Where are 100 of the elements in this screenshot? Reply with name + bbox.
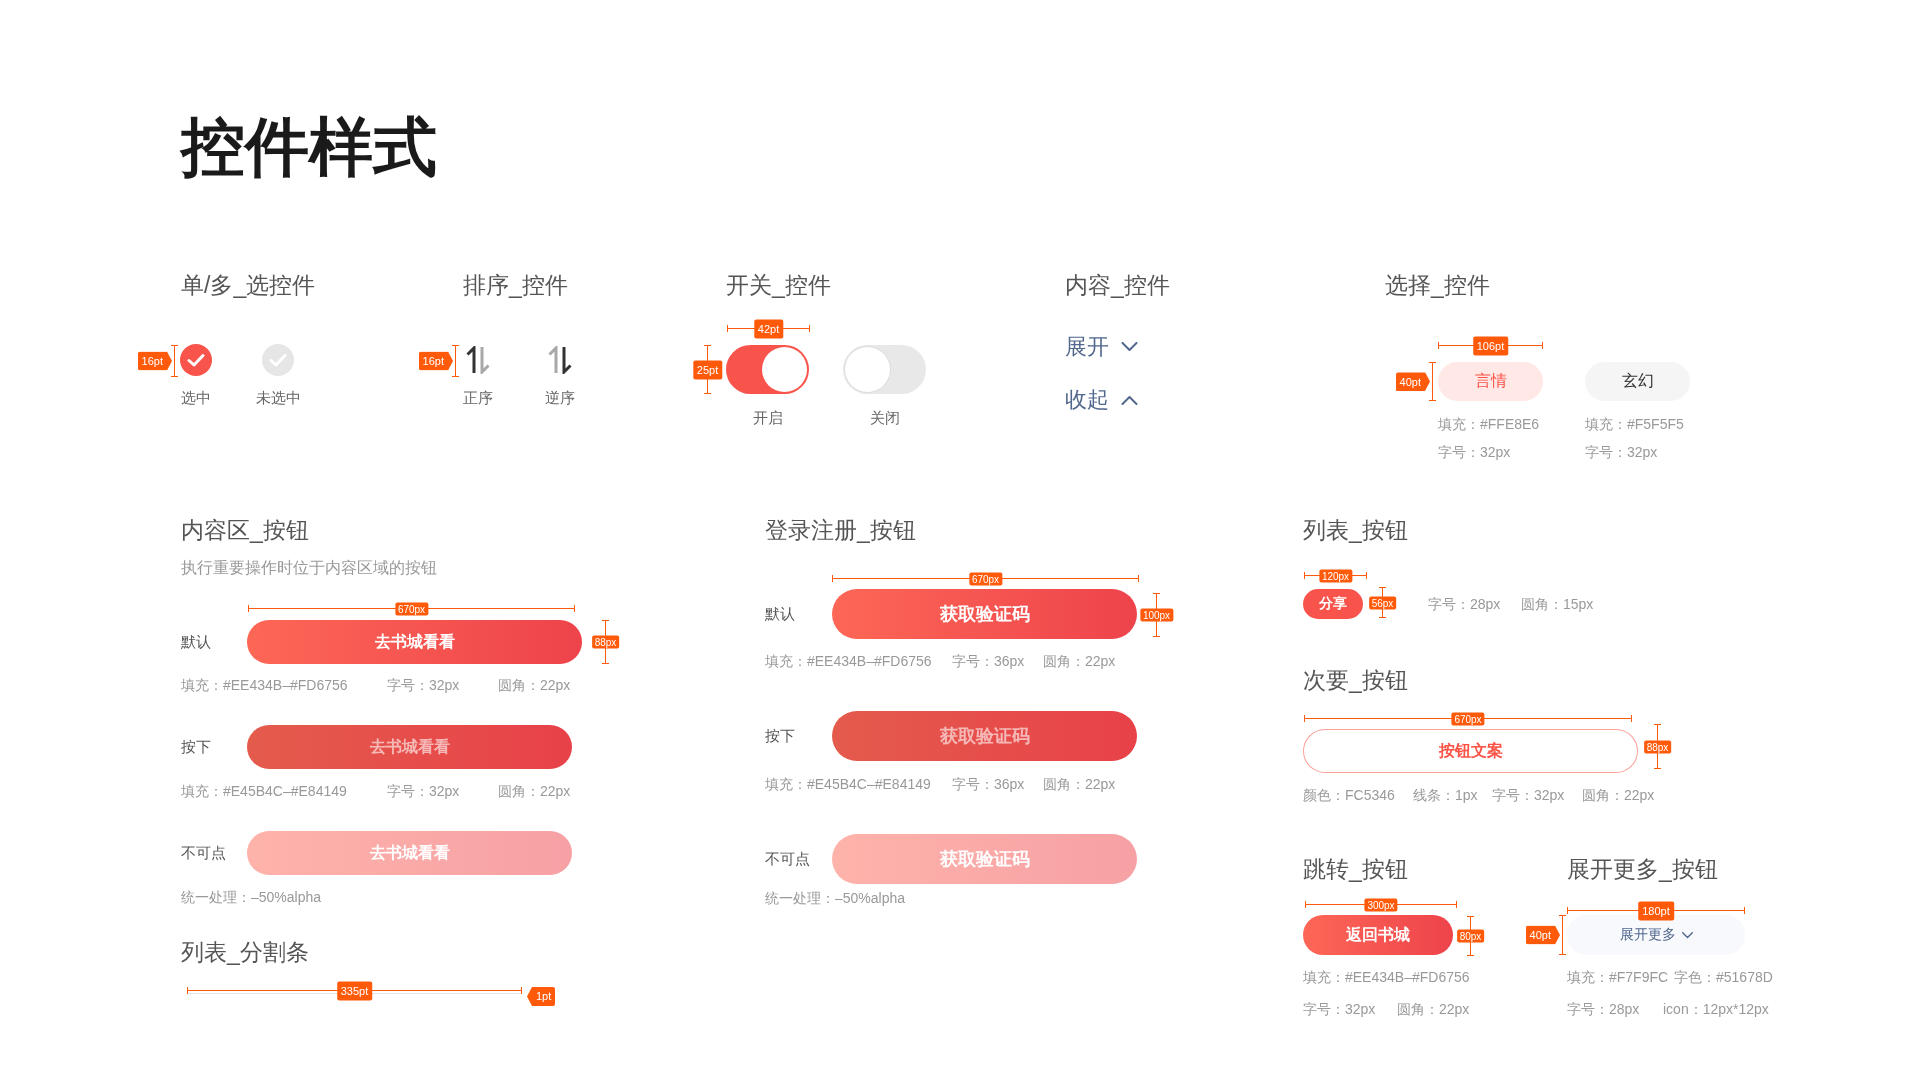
state-label: 按下 [181, 737, 212, 757]
spec-note: 字号：36px [952, 652, 1026, 671]
section-title: 列表_分割条 [181, 938, 309, 967]
spec-note: 字号：32px [387, 782, 461, 801]
section-title: 开关_控件 [726, 271, 831, 300]
spec-note: 圆角：22px [1397, 1000, 1470, 1019]
option-chip[interactable]: 言情 [1438, 362, 1543, 401]
dimension-label: 106pt [1472, 336, 1509, 355]
dimension-label: 25pt [692, 360, 723, 379]
dimension-label: 300px [1364, 898, 1398, 911]
toggle-link[interactable]: 展开 [1065, 332, 1138, 362]
dimension-label: 16pt [137, 351, 172, 371]
primary-button[interactable]: 获取验证码 [832, 589, 1137, 639]
dimension-label: 40pt [1395, 372, 1430, 391]
dimension-label: 56px [1368, 596, 1397, 609]
dimension-label: 88px [1643, 740, 1672, 753]
switch-knob [762, 347, 807, 392]
option-chip[interactable]: 玄幻 [1585, 362, 1690, 401]
dimension-label: 1pt [527, 987, 556, 1006]
option-label: 未选中 [255, 388, 301, 408]
primary-button[interactable]: 去书城看看 [247, 620, 582, 664]
spec-note: 填充：#FFE8E6 [1438, 415, 1540, 434]
option-label: 正序 [463, 388, 493, 408]
spec-note: 字号：32px [1492, 786, 1566, 805]
state-label: 默认 [765, 604, 796, 624]
spec-note: 统一处理：–50%alpha [181, 888, 322, 907]
section-description: 执行重要操作时位于内容区域的按钮 [181, 558, 437, 578]
section-title: 内容区_按钮 [181, 516, 309, 545]
spec-note: 圆角：22px [498, 782, 571, 801]
section-title: 登录注册_按钮 [765, 516, 916, 545]
dimension-label: 670px [1451, 712, 1485, 725]
spec-note: 圆角：15px [1521, 595, 1594, 614]
page-title: 控件样式 [181, 110, 437, 185]
section-title: 列表_按钮 [1303, 516, 1408, 545]
option-label: 选中 [181, 388, 211, 408]
spec-note: 统一处理：–50%alpha [765, 889, 906, 908]
section-title: 跳转_按钮 [1303, 855, 1408, 884]
spec-note: 圆角：22px [1582, 786, 1655, 805]
spec-note: 线条：1px [1413, 786, 1479, 805]
spec-note: icon：12px*12px [1663, 1000, 1769, 1019]
spec-note: 字号：32px [387, 676, 461, 695]
primary-button[interactable]: 去书城看看 [247, 725, 572, 769]
spec-note: 字色：#51678D [1674, 968, 1773, 987]
toggle-link[interactable]: 收起 [1065, 385, 1138, 415]
section-title: 单/多_选控件 [181, 271, 316, 300]
dimension-label: 100px [1139, 608, 1174, 622]
option-label: 关闭 [869, 408, 900, 428]
spec-note: 字号：32px [1303, 1000, 1377, 1019]
section-title: 展开更多_按钮 [1567, 855, 1718, 884]
state-label: 按下 [765, 726, 796, 746]
spec-note: 填充：#EE434B–#FD6756 [765, 652, 933, 671]
state-label: 不可点 [181, 843, 227, 863]
primary-button[interactable]: 去书城看看 [247, 831, 572, 875]
option-label: 开启 [752, 408, 783, 428]
spec-note: 填充：#E45B4C–#E84149 [765, 775, 932, 794]
spec-note: 填充：#F7F9FC [1567, 968, 1670, 987]
share-button[interactable]: 分享 [1303, 589, 1363, 619]
spec-note: 字号：36px [952, 775, 1026, 794]
chevron-down-icon [1681, 931, 1693, 939]
dimension-label: 80px [1456, 929, 1485, 943]
spec-note: 填充：#EE434B–#FD6756 [181, 676, 349, 695]
dimension-line [1428, 362, 1437, 401]
checkbox[interactable] [262, 344, 294, 376]
spec-note: 颜色：FC5346 [1303, 786, 1396, 805]
check-icon [269, 353, 287, 367]
spec-note: 圆角：22px [1043, 775, 1116, 794]
section-title: 排序_控件 [463, 271, 568, 300]
primary-button[interactable]: 获取验证码 [832, 711, 1137, 761]
dimension-label: 670px [394, 602, 429, 615]
toggle-switch[interactable] [726, 345, 809, 394]
primary-button[interactable]: 获取验证码 [832, 834, 1137, 884]
dimension-label: 670px [968, 572, 1003, 585]
dimension-line [170, 345, 179, 377]
spec-note: 圆角：22px [498, 676, 571, 695]
switch-knob [845, 347, 890, 392]
section-title: 选择_控件 [1385, 271, 1490, 300]
spec-note: 字号：28px [1567, 1000, 1641, 1019]
dimension-label: 180pt [1638, 901, 1674, 920]
spec-note: 字号：32px [1438, 443, 1511, 462]
section-title: 次要_按钮 [1303, 666, 1408, 695]
dimension-label: 88px [591, 635, 620, 649]
secondary-button[interactable]: 按钮文案 [1303, 729, 1638, 773]
return-button[interactable]: 返回书城 [1303, 915, 1453, 955]
state-label: 不可点 [765, 849, 811, 869]
check-icon [187, 353, 205, 367]
section-title: 内容_控件 [1065, 271, 1170, 300]
spec-note: 填充：#F5F5F5 [1585, 415, 1684, 434]
dimension-label: 42pt [753, 319, 784, 338]
spec-note: 填充：#EE434B–#FD6756 [1303, 968, 1470, 987]
spec-note: 圆角：22px [1043, 652, 1116, 671]
toggle-switch[interactable] [843, 345, 926, 394]
spec-note: 字号：28px [1428, 595, 1502, 614]
dimension-label: 120px [1318, 569, 1353, 582]
dimension-label: 40pt [1525, 925, 1560, 945]
dimension-label: 16pt [418, 351, 453, 371]
checkbox[interactable] [180, 344, 212, 376]
option-label: 逆序 [545, 388, 575, 408]
dimension-label: 335pt [336, 981, 373, 1000]
dimension-line [451, 345, 460, 377]
spec-note: 填充：#E45B4C–#E84149 [181, 782, 348, 801]
